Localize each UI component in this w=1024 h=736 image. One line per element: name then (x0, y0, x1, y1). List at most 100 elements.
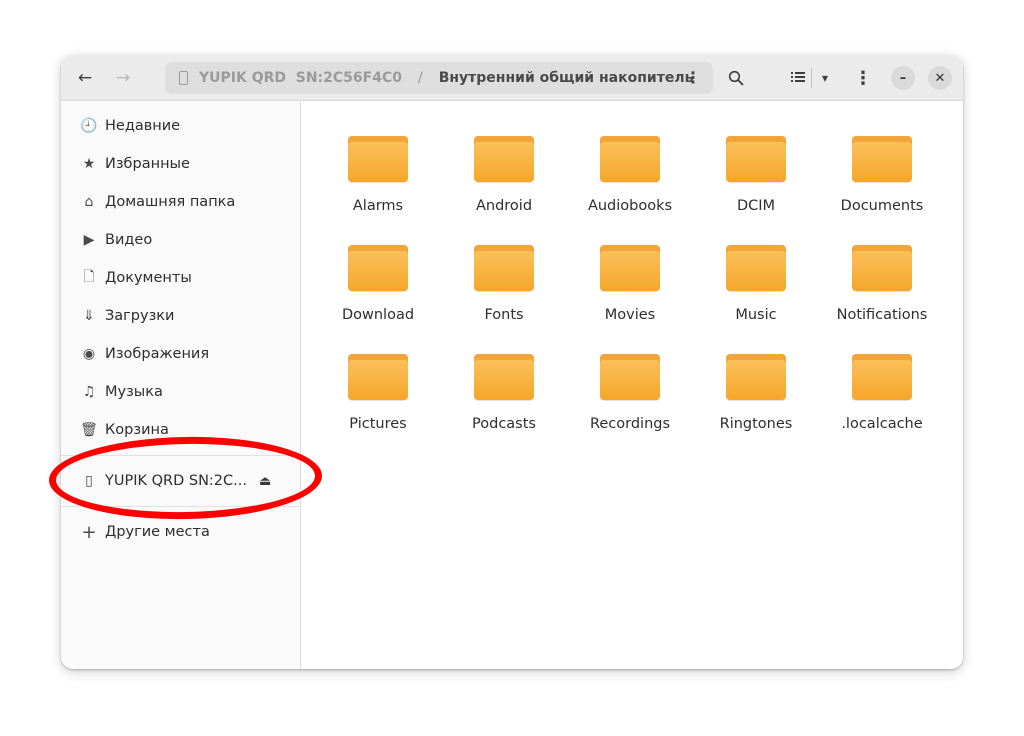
view-switcher[interactable]: ▾ (784, 63, 838, 93)
sidebar-item-label: Загрузки (105, 308, 175, 324)
folder-grid: Alarms Android Audiobooks DCIM Documents… (302, 102, 963, 669)
sidebar-item-other-locations[interactable]: + Другие места (61, 515, 301, 549)
sidebar-item-label: Изображения (105, 346, 210, 362)
folder-icon (348, 245, 408, 293)
folder-item[interactable]: Movies (570, 245, 690, 345)
folder-item[interactable]: Ringtones (696, 354, 816, 454)
home-icon: ⌂ (84, 194, 94, 210)
music-note-icon: ♫ (82, 384, 96, 400)
folder-name: Music (735, 307, 777, 323)
folder-item[interactable]: Notifications (822, 245, 942, 345)
clock-icon: 🕘 (80, 118, 98, 134)
folder-item[interactable]: .localcache (822, 354, 942, 454)
folder-icon (474, 354, 534, 402)
main-menu-button[interactable]: ⋮ (848, 63, 878, 93)
sidebar-item-starred[interactable]: ★ Избранные (61, 147, 301, 181)
folder-icon (600, 354, 660, 402)
phone-icon (179, 71, 188, 85)
sidebar-item-label: Другие места (105, 524, 210, 540)
breadcrumb-current[interactable]: Внутренний общий накопитель (439, 70, 694, 86)
folder-icon (600, 136, 660, 184)
folder-name: Documents (840, 198, 924, 214)
sidebar: 🕘 Недавние ★ Избранные ⌂ Домашняя папка … (61, 102, 301, 669)
search-button[interactable] (721, 63, 751, 93)
document-icon: 🗋 (83, 269, 95, 285)
folder-item[interactable]: Podcasts (444, 354, 564, 454)
sidebar-item-music[interactable]: ♫ Музыка (61, 375, 301, 409)
sidebar-item-label: Корзина (105, 422, 169, 438)
arrow-right-icon: → (115, 68, 131, 88)
minimize-button[interactable]: – (891, 66, 915, 90)
eject-icon[interactable]: ⏏ (259, 474, 271, 489)
close-icon: ✕ (934, 70, 946, 86)
sidebar-item-label: Документы (105, 270, 192, 286)
back-button[interactable]: ← (70, 63, 100, 93)
trash-icon: 🗑 (80, 422, 98, 438)
folder-name: Pictures (349, 416, 407, 432)
folder-name: Alarms (352, 198, 404, 214)
phone-icon: ▯ (85, 473, 93, 489)
folder-icon (726, 136, 786, 184)
path-bar[interactable]: YUPIK QRD SN:2C56F4C0 / Внутренний общий… (165, 62, 713, 94)
folder-name: Download (341, 307, 415, 323)
chevron-down-icon[interactable]: ▾ (812, 71, 838, 85)
sidebar-item-label: YUPIK QRD SN:2C... (105, 473, 247, 489)
folder-item[interactable]: Android (444, 136, 564, 236)
folder-icon (726, 354, 786, 402)
folder-item[interactable]: Recordings (570, 354, 690, 454)
folder-item[interactable]: DCIM (696, 136, 816, 236)
forward-button[interactable]: → (108, 63, 138, 93)
close-button[interactable]: ✕ (928, 66, 952, 90)
path-menu-icon[interactable]: ⋮ (685, 68, 701, 87)
sidebar-item-trash[interactable]: 🗑 Корзина (61, 413, 301, 447)
plus-icon: + (81, 521, 97, 543)
folder-name: Fonts (484, 307, 524, 323)
folder-item[interactable]: Documents (822, 136, 942, 236)
folder-name: Audiobooks (587, 198, 673, 214)
folder-icon (474, 245, 534, 293)
folder-icon (852, 354, 912, 402)
folder-name: Notifications (836, 307, 928, 323)
sidebar-separator (61, 506, 301, 507)
folder-item[interactable]: Music (696, 245, 816, 345)
sidebar-item-label: Музыка (105, 384, 163, 400)
folder-item[interactable]: Alarms (318, 136, 438, 236)
folder-icon (852, 136, 912, 184)
folder-icon (348, 354, 408, 402)
sidebar-item-label: Видео (105, 232, 153, 248)
video-camera-icon: ▶ (83, 232, 95, 248)
camera-icon: ◉ (82, 346, 96, 362)
breadcrumb-device[interactable]: YUPIK QRD SN:2C56F4C0 (199, 70, 402, 86)
star-icon: ★ (82, 156, 96, 172)
folder-icon (348, 136, 408, 184)
sidebar-item-label: Недавние (105, 118, 181, 134)
sidebar-separator (61, 455, 301, 456)
folder-name: .localcache (841, 416, 923, 432)
folder-name: DCIM (736, 198, 776, 214)
folder-item[interactable]: Pictures (318, 354, 438, 454)
folder-icon (852, 245, 912, 293)
folder-item[interactable]: Download (318, 245, 438, 345)
sidebar-item-recent[interactable]: 🕘 Недавние (61, 109, 301, 143)
folder-name: Podcasts (472, 416, 536, 432)
kebab-menu-icon: ⋮ (854, 67, 872, 89)
list-view-icon[interactable] (784, 69, 811, 87)
sidebar-item-documents[interactable]: 🗋 Документы (61, 261, 301, 295)
sidebar-item-home[interactable]: ⌂ Домашняя папка (61, 185, 301, 219)
folder-item[interactable]: Audiobooks (570, 136, 690, 236)
sidebar-item-videos[interactable]: ▶ Видео (61, 223, 301, 257)
file-manager-window: ← → YUPIK QRD SN:2C56F4C0 / Внутренний о… (61, 55, 963, 669)
folder-name: Ringtones (719, 416, 793, 432)
folder-name: Movies (604, 307, 656, 323)
folder-icon (600, 245, 660, 293)
folder-name: Android (475, 198, 533, 214)
sidebar-item-label: Избранные (105, 156, 190, 172)
folder-item[interactable]: Fonts (444, 245, 564, 345)
sidebar-item-device[interactable]: ▯ YUPIK QRD SN:2C... ⏏ (61, 464, 301, 498)
folder-icon (726, 245, 786, 293)
sidebar-item-downloads[interactable]: ⇓ Загрузки (61, 299, 301, 333)
folder-name: Recordings (589, 416, 671, 432)
breadcrumb-separator: / (417, 70, 423, 86)
minimize-icon: – (899, 70, 907, 86)
sidebar-item-pictures[interactable]: ◉ Изображения (61, 337, 301, 371)
